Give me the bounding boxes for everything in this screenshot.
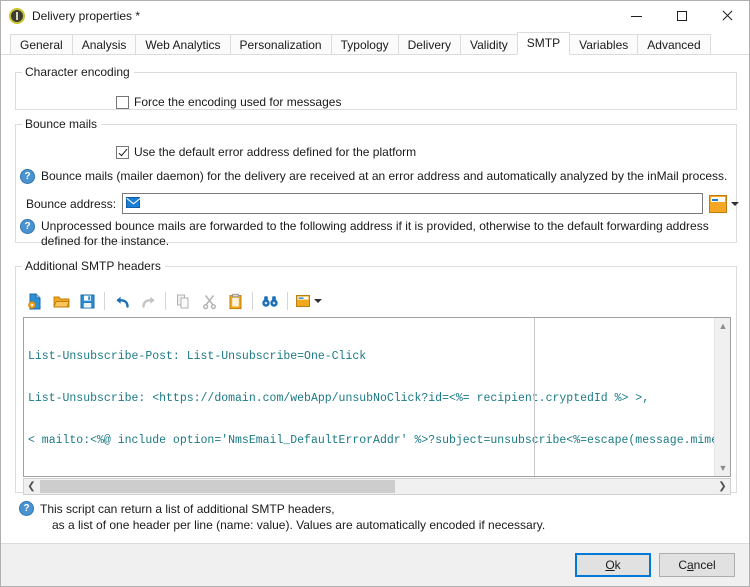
help-icon: ? <box>19 501 34 516</box>
cancel-button-label-rest: ncel <box>693 558 716 572</box>
dialog-footer: Ok Cancel <box>1 543 749 586</box>
cancel-button-accel: a <box>686 558 694 572</box>
ok-button-label: O <box>605 558 615 572</box>
maximize-button[interactable] <box>659 1 704 31</box>
chevron-left-icon[interactable]: ❮ <box>24 479 39 494</box>
script-help-line2: as a list of one header per line (name: … <box>52 518 546 532</box>
script-editor-toolbar <box>23 288 323 314</box>
bounce-info-row: ? Bounce mails (mailer daemon) for the d… <box>20 169 732 184</box>
tab-personalization[interactable]: Personalization <box>229 34 332 55</box>
code-line: < mailto:<%@ include option='NmsEmail_De… <box>28 434 714 447</box>
help-icon: ? <box>20 219 35 234</box>
character-encoding-group: Character encoding Force the encoding us… <box>15 65 737 110</box>
tab-general[interactable]: General <box>10 34 73 55</box>
title-bar: Delivery properties * <box>1 1 749 31</box>
tab-web-analytics[interactable]: Web Analytics <box>135 34 231 55</box>
tab-typology[interactable]: Typology <box>330 34 399 55</box>
chevron-up-icon[interactable]: ▲ <box>715 318 730 334</box>
bounce-note-row: ? Unprocessed bounce mails are forwarded… <box>20 219 734 249</box>
chevron-right-icon[interactable]: ❯ <box>715 479 730 494</box>
toolbar-separator <box>252 292 253 310</box>
toolbar-separator <box>287 292 288 310</box>
ok-button-label-rest: k <box>614 558 621 572</box>
bounce-address-input-wrap <box>122 193 704 214</box>
redo-icon <box>141 296 154 308</box>
close-icon <box>721 10 733 22</box>
chevron-down-icon[interactable]: ▼ <box>715 460 730 476</box>
print-margin-rule <box>534 318 535 476</box>
open-file-button[interactable] <box>49 289 73 313</box>
hscroll-thumb[interactable] <box>40 480 395 493</box>
open-folder-icon <box>52 296 70 307</box>
close-button[interactable] <box>704 1 749 31</box>
chevron-down-icon[interactable] <box>731 201 740 206</box>
editor-horizontal-scrollbar[interactable]: ❮ ❯ <box>23 478 731 495</box>
tab-strip: General Analysis Web Analytics Personali… <box>1 31 749 55</box>
editor-vertical-scrollbar[interactable]: ▲ ▼ <box>714 318 730 476</box>
bounce-mails-group: Bounce mails Use the default error addre… <box>15 117 740 248</box>
delivery-properties-window: Delivery properties * General Analysis W… <box>0 0 750 587</box>
script-help-row: ? This script can return a list of addit… <box>19 501 545 533</box>
code-line: List-Unsubscribe: <https://domain.com/we… <box>28 392 650 405</box>
bounce-info-text: Bounce mails (mailer daemon) for the del… <box>41 169 728 183</box>
ok-button[interactable]: Ok <box>575 553 651 577</box>
smtp-tab-panel: Character encoding Force the encoding us… <box>1 55 749 543</box>
tab-validity[interactable]: Validity <box>459 34 518 55</box>
redo-button[interactable] <box>136 289 160 313</box>
tab-analysis[interactable]: Analysis <box>71 34 137 55</box>
character-encoding-legend: Character encoding <box>25 65 130 79</box>
script-help-line1: This script can return a list of additio… <box>40 502 335 516</box>
window-title: Delivery properties * <box>32 9 141 23</box>
paste-button[interactable] <box>223 289 247 313</box>
copy-icon <box>176 294 188 308</box>
bounce-note-text: Unprocessed bounce mails are forwarded t… <box>41 219 709 248</box>
additional-headers-legend: Additional SMTP headers <box>25 259 161 273</box>
insert-field-button[interactable] <box>293 289 323 313</box>
bounce-address-input[interactable] <box>122 193 704 214</box>
app-icon <box>9 8 25 24</box>
force-encoding-checkbox[interactable] <box>116 95 129 109</box>
window-controls <box>614 1 749 31</box>
find-icon <box>262 295 278 307</box>
use-default-error-address-checkbox[interactable] <box>116 145 129 159</box>
paste-icon <box>229 293 241 309</box>
use-default-error-address-row[interactable]: Use the default error address defined fo… <box>116 145 416 159</box>
minimize-button[interactable] <box>614 1 659 31</box>
cancel-button[interactable]: Cancel <box>659 553 735 577</box>
new-script-icon <box>27 293 40 309</box>
bounce-address-label: Bounce address: <box>26 196 117 211</box>
expression-picker-button[interactable] <box>709 194 728 213</box>
undo-button[interactable] <box>110 289 134 313</box>
toolbar-separator <box>104 292 105 310</box>
bounce-address-row: Bounce address: <box>26 193 740 214</box>
force-encoding-checkbox-row[interactable]: Force the encoding used for messages <box>116 95 341 109</box>
bounce-mails-legend: Bounce mails <box>25 117 98 131</box>
insert-field-icon <box>295 294 310 307</box>
tab-advanced[interactable]: Advanced <box>637 34 711 55</box>
tab-delivery[interactable]: Delivery <box>397 34 461 55</box>
force-encoding-label: Force the encoding used for messages <box>134 95 342 109</box>
find-button[interactable] <box>258 289 282 313</box>
save-button[interactable] <box>75 289 99 313</box>
additional-smtp-headers-group: Additional SMTP headers List-Unsubscribe… <box>15 259 737 495</box>
help-icon: ? <box>20 169 35 184</box>
chevron-down-icon <box>313 299 322 303</box>
new-script-button[interactable] <box>23 289 47 313</box>
script-editor[interactable]: List-Unsubscribe-Post: List-Unsubscribe=… <box>23 317 731 477</box>
tab-variables[interactable]: Variables <box>569 34 639 55</box>
cut-button[interactable] <box>197 289 221 313</box>
code-line: List-Unsubscribe-Post: List-Unsubscribe=… <box>28 350 367 363</box>
minimize-icon <box>631 15 642 17</box>
cancel-button-label-pre: C <box>678 558 687 572</box>
tab-smtp[interactable]: SMTP <box>516 32 571 55</box>
script-help-text: This script can return a list of additio… <box>40 501 545 533</box>
use-default-error-address-label: Use the default error address defined fo… <box>134 145 417 159</box>
copy-button[interactable] <box>171 289 195 313</box>
undo-icon <box>116 296 129 308</box>
cut-icon <box>202 294 216 309</box>
script-editor-code[interactable]: List-Unsubscribe-Post: List-Unsubscribe=… <box>24 318 714 476</box>
toolbar-separator <box>165 292 166 310</box>
maximize-icon <box>676 11 687 21</box>
save-icon <box>80 294 94 308</box>
